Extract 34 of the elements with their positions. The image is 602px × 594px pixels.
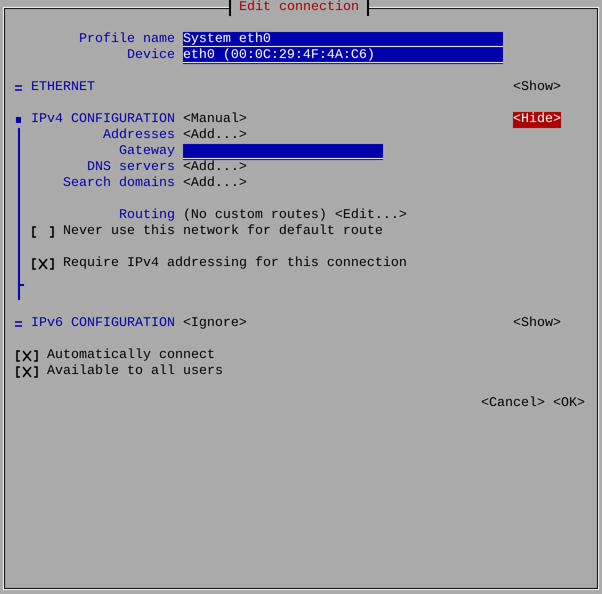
section-title: IPv6 CONFIGURATION <box>30 316 176 332</box>
field-label: DNS servers <box>86 160 175 176</box>
field-label: Device <box>126 48 175 64</box>
checkbox[interactable] <box>30 226 55 238</box>
dialog-button[interactable]: <OK> <box>553 396 585 412</box>
edit-button[interactable]: <Edit...> <box>334 208 407 224</box>
checkbox[interactable] <box>30 258 55 270</box>
add-button[interactable]: <Add...> <box>182 128 247 144</box>
toggle-button[interactable]: <Show> <box>513 80 561 96</box>
field-label: Addresses <box>102 128 175 144</box>
mode-button[interactable]: <Ignore> <box>182 316 247 332</box>
field-label: Routing <box>118 208 175 224</box>
add-button[interactable]: <Add...> <box>182 160 247 176</box>
text-field[interactable] <box>182 144 383 160</box>
field-label: Gateway <box>118 144 175 160</box>
field-label: Search domains <box>62 176 175 192</box>
routes-value: (No custom routes) <box>182 208 327 224</box>
toggle-button[interactable]: <Show> <box>513 316 561 332</box>
section-title: IPv4 CONFIGURATION <box>30 112 176 128</box>
checkbox[interactable] <box>15 366 39 378</box>
checkbox-label: Available to all users <box>47 364 223 380</box>
add-button[interactable]: <Add...> <box>182 176 247 192</box>
checkbox[interactable] <box>15 350 39 362</box>
checkbox-label: Automatically connect <box>47 348 215 364</box>
section-title: ETHERNET <box>30 80 96 96</box>
toggle-button[interactable]: <Hide> <box>513 112 561 128</box>
window-title: Edit connection <box>229 0 369 16</box>
checkbox-label: Never use this network for default route <box>62 224 383 240</box>
dialog-button[interactable]: <Cancel> <box>481 396 546 412</box>
mode-button[interactable]: <Manual> <box>182 112 247 128</box>
text-field[interactable]: eth0 (00:0C:29:4F:4A:C6) <box>182 48 503 64</box>
text-field[interactable]: System eth0 <box>182 32 503 48</box>
checkbox-label: Require IPv4 addressing for this connection <box>62 256 407 272</box>
field-label: Profile name <box>78 32 175 48</box>
